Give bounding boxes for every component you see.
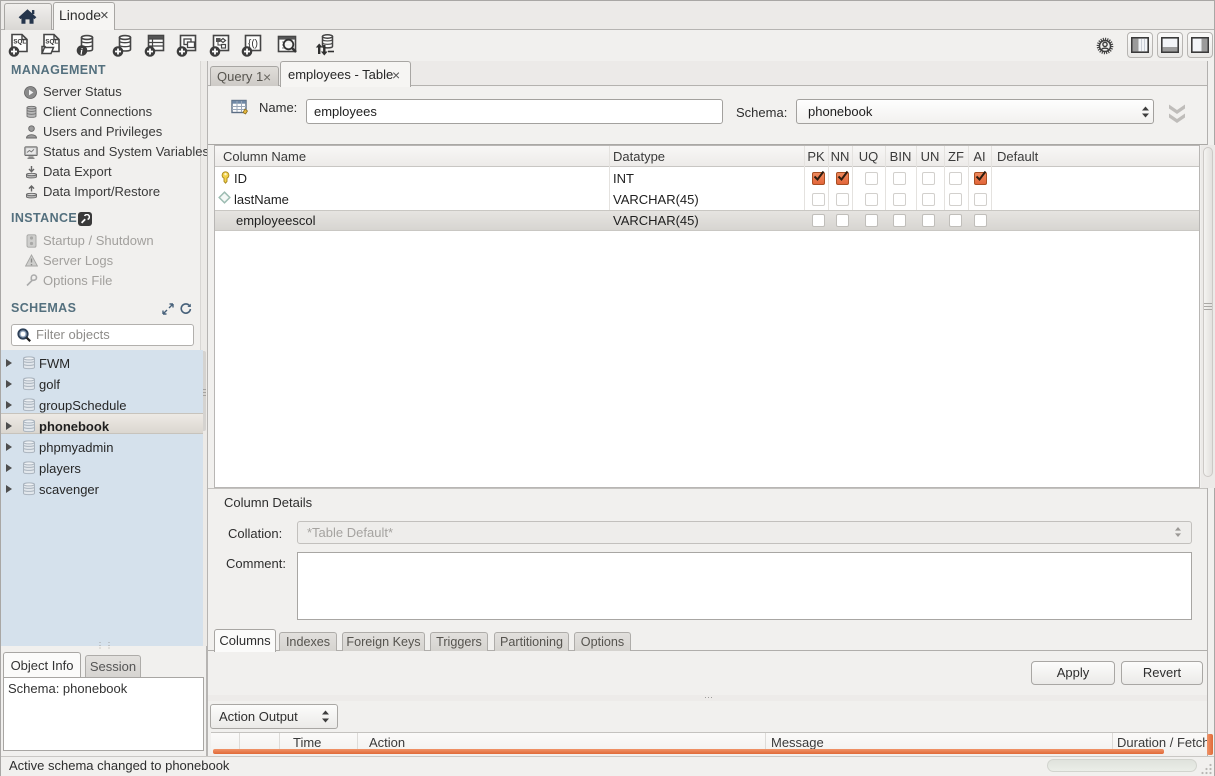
svg-text:SQL: SQL [45, 39, 58, 46]
svg-text:SQL: SQL [13, 39, 26, 46]
